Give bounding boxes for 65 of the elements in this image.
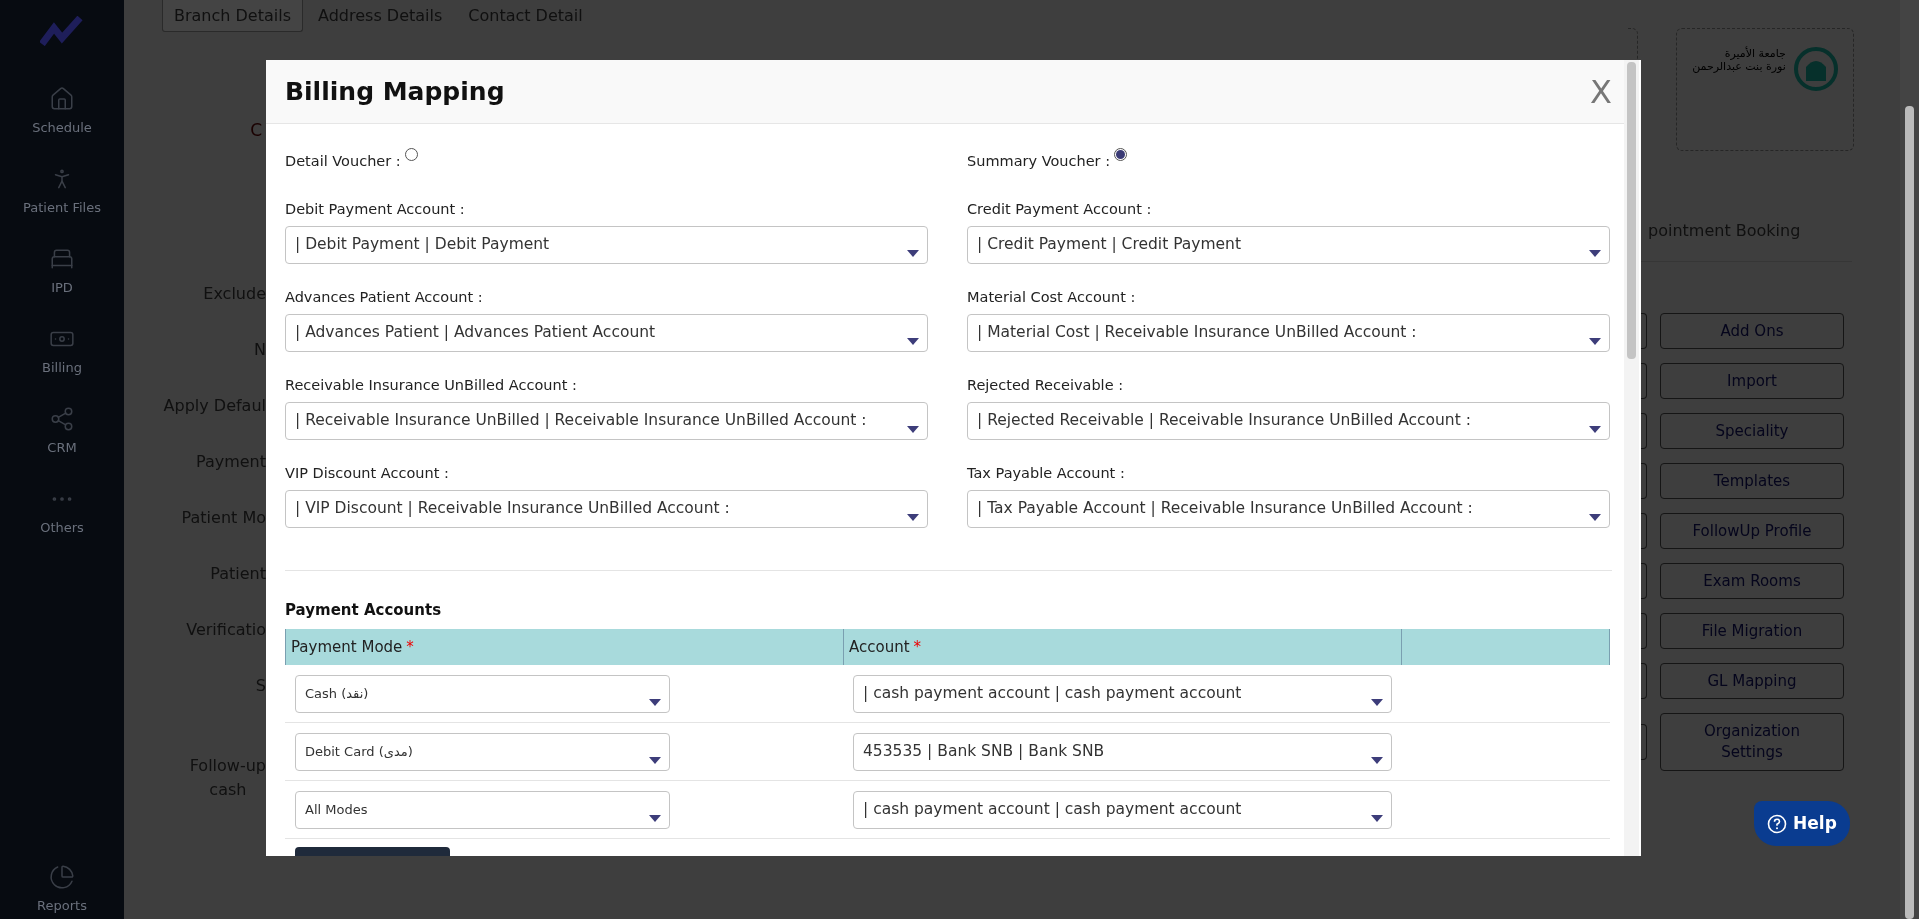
- help-icon: [1767, 813, 1788, 834]
- select-field[interactable]: | VIP Discount | Receivable Insurance UnBilled Account :: [285, 490, 928, 528]
- sidebar-item[interactable]: Billing: [42, 358, 82, 378]
- caret-icon: [1371, 814, 1383, 822]
- select-field[interactable]: | Material Cost | Receivable Insurance UnBilled Account :: [967, 314, 1610, 352]
- modal-title: Billing Mapping: [285, 75, 505, 108]
- caret-icon: [1589, 426, 1601, 433]
- voucher-label: Summary Voucher :: [967, 152, 1111, 171]
- sidebar-item[interactable]: Patient Files: [23, 198, 101, 218]
- caret-icon: [1371, 698, 1383, 706]
- select-field[interactable]: | Tax Payable Account | Receivable Insurance UnBilled Account :: [967, 490, 1610, 528]
- sidebar-item[interactable]: IPD: [51, 278, 73, 298]
- home-icon[interactable]: [49, 86, 75, 112]
- select-field[interactable]: Debit Card (مدى): [295, 732, 670, 771]
- select-field[interactable]: | Credit Payment | Credit Payment: [967, 226, 1610, 264]
- sidebar-item[interactable]: Reports: [37, 895, 87, 915]
- caret-icon: [907, 514, 919, 521]
- select-field[interactable]: | Advances Patient | Advances Patient Account: [285, 314, 928, 352]
- field-label: Advances Patient Account :: [285, 288, 484, 306]
- caret-icon: [1589, 514, 1601, 521]
- select-field[interactable]: All Modes: [295, 790, 670, 829]
- close-button[interactable]: X: [1590, 75, 1612, 108]
- field-label: Material Cost Account :: [967, 288, 1137, 306]
- required-mark: *: [913, 636, 922, 658]
- modal-scrollbar[interactable]: [1624, 60, 1639, 856]
- caret-icon: [1589, 250, 1601, 257]
- select-field[interactable]: | cash payment account | cash payment account: [853, 790, 1392, 829]
- field-label: Credit Payment Account :: [967, 200, 1153, 218]
- select-field[interactable]: Cash (نقد): [295, 674, 670, 713]
- page-scrollbar[interactable]: [1900, 0, 1919, 919]
- radio-button[interactable]: [1114, 148, 1128, 161]
- field-label: Debit Payment Account :: [285, 200, 466, 218]
- caret-icon: [649, 814, 661, 822]
- select-field[interactable]: | Rejected Receivable | Receivable Insurance UnBilled Account :: [967, 402, 1610, 440]
- select-field[interactable]: 453535 | Bank SNB | Bank SNB: [853, 732, 1392, 771]
- caret-icon: [1589, 338, 1601, 345]
- field-label: Receivable Insurance UnBilled Account :: [285, 376, 578, 394]
- column-header: Payment Mode *: [285, 629, 843, 665]
- sidebar-item[interactable]: Others: [40, 518, 84, 538]
- select-field[interactable]: | Receivable Insurance UnBilled | Receivable Insurance UnBilled Account :: [285, 402, 928, 440]
- radio-button[interactable]: [404, 148, 418, 161]
- emblem-icon: [1793, 47, 1838, 91]
- column-header: Account *: [843, 629, 1401, 665]
- caret-icon: [649, 698, 661, 706]
- nodes-icon[interactable]: [49, 406, 75, 432]
- logo-text: جامعة الأميرة نورة بنت عبدالرحمن: [1692, 47, 1786, 73]
- help-button[interactable]: Help: [1754, 801, 1850, 846]
- section-title: Payment Accounts: [285, 600, 443, 621]
- sidebar-item[interactable]: CRM: [47, 438, 77, 458]
- field-label: Tax Payable Account :: [967, 464, 1126, 482]
- caret-icon: [1371, 756, 1383, 764]
- select-field[interactable]: | cash payment account | cash payment account: [853, 674, 1392, 713]
- caret-icon: [649, 756, 661, 764]
- field-label: VIP Discount Account :: [285, 464, 450, 482]
- logo-icon: [40, 16, 84, 46]
- caret-icon: [907, 250, 919, 257]
- required-mark: *: [406, 636, 414, 658]
- caret-icon: [907, 426, 919, 433]
- field-label: Rejected Receivable :: [967, 376, 1125, 394]
- sidebar-item[interactable]: Schedule: [32, 118, 92, 138]
- error-mark: C: [250, 119, 262, 142]
- pie-chart-icon[interactable]: [49, 863, 75, 890]
- select-field[interactable]: | Debit Payment | Debit Payment: [285, 226, 928, 264]
- voucher-label: Detail Voucher :: [285, 152, 401, 171]
- caret-icon: [907, 338, 919, 345]
